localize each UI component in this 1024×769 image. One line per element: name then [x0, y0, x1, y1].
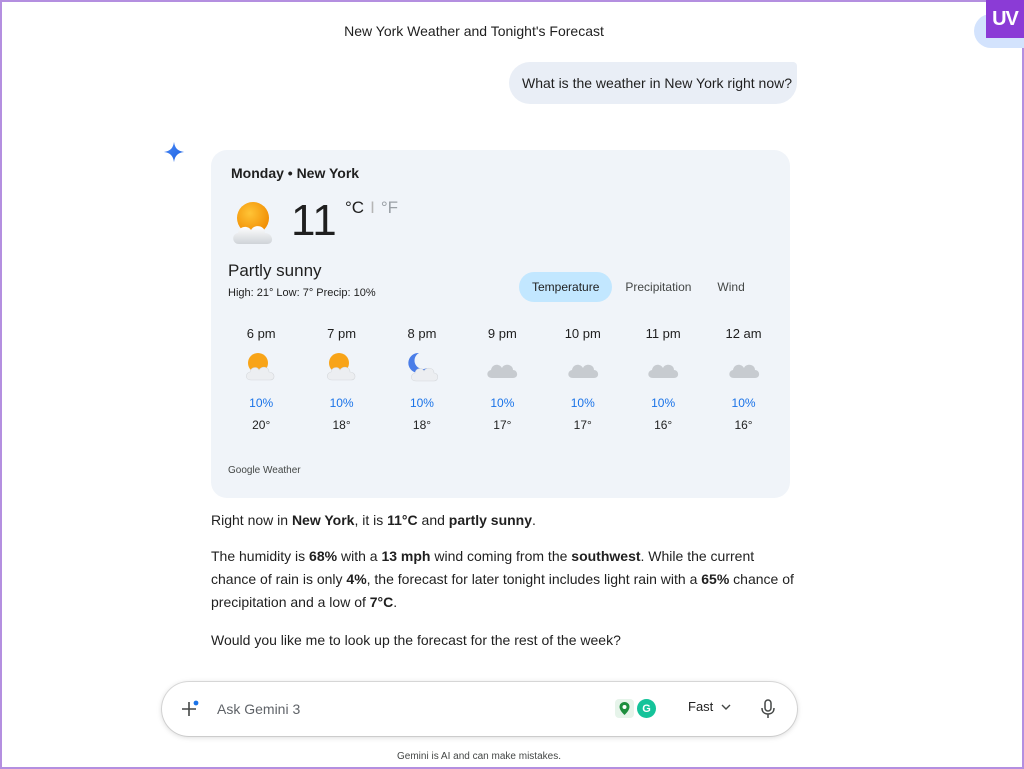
cloudy-icon: [487, 364, 518, 378]
current-temperature: 11: [291, 196, 337, 245]
hour-label: 7 pm: [327, 326, 357, 341]
hour-precip: 10%: [490, 396, 515, 410]
answer-bold: 11°C: [387, 512, 418, 528]
hour-temp: 16°: [734, 418, 753, 432]
tab-temperature[interactable]: Temperature: [519, 272, 613, 302]
mode-label: Fast: [688, 699, 714, 714]
user-message-bubble: What is the weather in New York right no…: [509, 62, 797, 104]
tab-precipitation[interactable]: Precipitation: [612, 272, 704, 302]
hour-temp: 18°: [332, 418, 351, 432]
hourly-forecast: 6 pm 10% 20° 7 pm 10% 18° 8 pm 10% 18° 9…: [221, 326, 784, 432]
answer-text: .: [393, 594, 398, 610]
hour-label: 10 pm: [564, 326, 601, 341]
hour-label: 6 pm: [246, 326, 276, 341]
answer-text: with a: [337, 548, 382, 564]
answer-bold: 7°C: [369, 594, 394, 610]
hour-temp: 18°: [412, 418, 432, 432]
answer-bold: southwest: [571, 548, 641, 564]
gemini-spark-icon: [163, 141, 185, 163]
cloudy-icon: [728, 364, 759, 378]
hour-temp: 20°: [252, 418, 271, 432]
conversation-title: New York Weather and Tonight's Forecast: [344, 23, 604, 39]
tab-wind[interactable]: Wind: [704, 272, 757, 302]
weather-day-location: Monday • New York: [231, 165, 360, 181]
grammarly-extension-icon[interactable]: G: [637, 699, 656, 718]
answer-paragraph-3: Would you like me to look up the forecas…: [211, 632, 621, 648]
weather-source: Google Weather: [228, 465, 301, 476]
weather-high-low-precip: High: 21° Low: 7° Precip: 10%: [228, 287, 376, 299]
cloudy-icon: [648, 364, 679, 378]
partly-sunny-icon: [326, 353, 355, 381]
hour-label: 9 pm: [487, 326, 517, 341]
extension-icons: G: [615, 699, 656, 718]
answer-bold: 13 mph: [381, 548, 431, 564]
weather-condition: Partly sunny: [228, 261, 322, 280]
partly-sunny-icon: [233, 202, 273, 244]
partly-cloudy-night-icon: [408, 352, 439, 382]
location-pin-extension-icon[interactable]: [615, 699, 634, 718]
prompt-input-bar: G Fast: [162, 682, 797, 736]
unit-toggle: °C I °F: [345, 198, 398, 218]
add-plus-icon[interactable]: [180, 699, 200, 719]
hour-precip: 10%: [731, 396, 756, 410]
weather-card: Monday • New York 11 °C I °F Partly sunny …: [211, 150, 790, 498]
hour-temp: 17°: [573, 418, 592, 432]
ai-disclaimer: Gemini is AI and can make mistakes.: [397, 751, 561, 762]
unit-fahrenheit[interactable]: °F: [381, 198, 398, 217]
weather-tabs: Temperature Precipitation Wind: [519, 272, 758, 302]
hour-precip: 10%: [651, 396, 676, 410]
user-message-text: What is the weather in New York right no…: [522, 75, 793, 91]
hour-precip: 10%: [409, 396, 434, 410]
answer-text: , it is: [354, 512, 388, 528]
hour-label: 12 am: [725, 326, 762, 341]
hour-precip: 10%: [570, 396, 595, 410]
answer-text: wind coming from the: [430, 548, 572, 564]
unit-separator: I: [370, 198, 375, 217]
model-mode-dropdown[interactable]: Fast: [688, 699, 731, 714]
answer-text: .: [532, 512, 536, 528]
answer-text: and: [417, 512, 449, 528]
prompt-input[interactable]: [217, 696, 597, 722]
answer-bold: New York: [291, 512, 355, 528]
answer-text: , the forecast for later tonight include…: [366, 571, 702, 587]
microphone-icon[interactable]: [760, 699, 776, 719]
hourly-item: 12 am 10% 16°: [703, 326, 783, 432]
answer-bold: 4%: [346, 571, 367, 587]
answer-bold: partly sunny: [448, 512, 533, 528]
answer-text: The humidity is: [211, 548, 310, 564]
hourly-item: 6 pm 10% 20°: [221, 326, 301, 432]
hour-label: 11 pm: [645, 326, 681, 341]
hour-temp: 16°: [654, 418, 673, 432]
partly-sunny-icon: [246, 353, 275, 381]
hour-label: 8 pm: [407, 326, 437, 341]
cloudy-icon: [568, 364, 598, 378]
answer-text: Right now in: [211, 512, 292, 528]
unit-celsius[interactable]: °C: [345, 198, 364, 217]
hourly-item: 9 pm 10% 17°: [462, 326, 542, 432]
answer-paragraph-2: The humidity is 68% with a 13 mph wind c…: [211, 545, 801, 614]
hourly-item: 11 pm 10% 16°: [623, 326, 703, 432]
answer-bold: 65%: [701, 571, 730, 587]
chevron-down-icon: [721, 704, 731, 710]
hourly-item: 8 pm 10% 18°: [382, 326, 462, 432]
hour-temp: 17°: [493, 418, 512, 432]
answer-paragraph-1: Right now in New York, it is 11°C and pa…: [211, 509, 801, 532]
hourly-item: 10 pm 10% 17°: [543, 326, 623, 432]
hour-precip: 10%: [329, 396, 354, 410]
uv-logo-icon: UV: [986, 0, 1024, 38]
answer-bold: 68%: [309, 548, 338, 564]
hour-precip: 10%: [249, 396, 274, 410]
hourly-item: 7 pm 10% 18°: [301, 326, 381, 432]
